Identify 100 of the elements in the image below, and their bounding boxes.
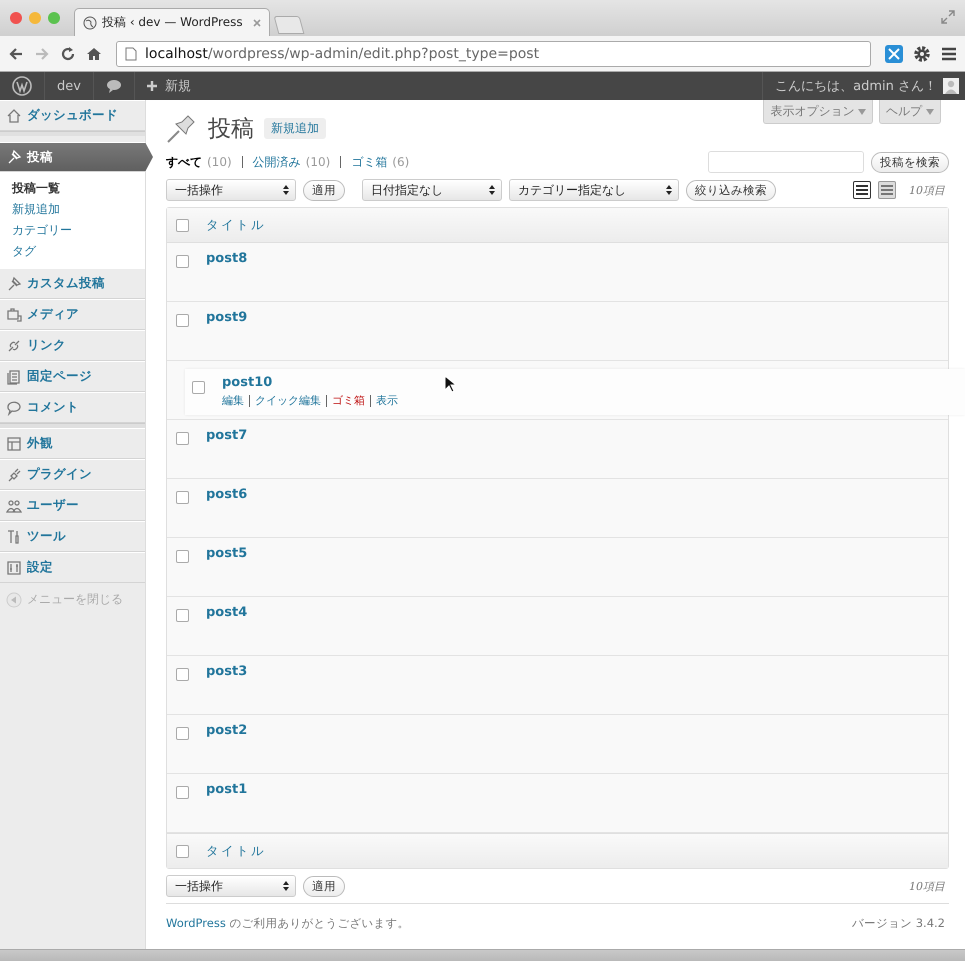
row-action-link[interactable]: クイック編集	[255, 393, 321, 408]
caret-icon	[926, 108, 934, 115]
row-checkbox[interactable]	[176, 668, 189, 681]
trash-link[interactable]: ゴミ箱	[332, 393, 365, 408]
sidebar-item[interactable]: ユーザー	[0, 490, 145, 521]
forward-icon[interactable]	[34, 46, 50, 62]
title-column-footer[interactable]: タイトル	[206, 842, 266, 860]
post-title-link[interactable]: post8	[206, 251, 248, 266]
screen-options-button[interactable]: 表示オプション	[763, 100, 874, 124]
select-all-checkbox[interactable]	[176, 218, 189, 232]
apply-button[interactable]: 適用	[303, 180, 345, 200]
row-checkbox[interactable]	[176, 255, 189, 268]
status-filter-link[interactable]: ゴミ箱	[351, 154, 388, 170]
up-down-arrows-icon	[283, 185, 289, 195]
horizontal-scrollbar[interactable]	[0, 949, 965, 961]
post-title-link[interactable]: post1	[206, 782, 248, 797]
mouse-cursor-icon	[444, 375, 456, 393]
status-filter-link[interactable]: すべて	[166, 154, 202, 170]
help-button[interactable]: ヘルプ	[879, 100, 941, 124]
home-icon[interactable]	[86, 46, 102, 62]
new-tab-button[interactable]	[274, 16, 304, 34]
submenu-item[interactable]: タグ	[12, 241, 145, 262]
extension-icon[interactable]	[885, 44, 903, 62]
caret-icon	[858, 108, 866, 115]
post-title-link[interactable]: post2	[206, 723, 248, 738]
sidebar-item[interactable]: 外観	[0, 428, 145, 459]
search-field[interactable]	[708, 151, 864, 173]
status-filter-link[interactable]: 公開済み	[252, 154, 301, 170]
apply-button[interactable]: 適用	[303, 876, 345, 896]
row-checkbox[interactable]	[176, 727, 189, 740]
row-action-link[interactable]: 編集	[222, 393, 244, 408]
post-title-link[interactable]: post10	[222, 375, 398, 390]
layout-icon	[6, 436, 22, 452]
pages-icon	[6, 368, 22, 384]
post-title-link[interactable]: post5	[206, 546, 248, 561]
date-filter-dropdown[interactable]: 日付指定なし	[362, 179, 502, 201]
wordpress-logo-icon[interactable]	[12, 76, 32, 96]
page-title: 投稿	[208, 114, 254, 144]
sidebar-item[interactable]: 固定ページ	[0, 361, 145, 392]
select-all-checkbox[interactable]	[176, 844, 189, 858]
post-title-link[interactable]: post6	[206, 487, 248, 502]
post-title-link[interactable]: post9	[206, 310, 248, 325]
plus-icon	[146, 81, 157, 91]
search-posts-button[interactable]: 投稿を検索	[871, 152, 949, 172]
sidebar-item[interactable]: メディア	[0, 299, 145, 330]
sidebar-item[interactable]: ツール	[0, 521, 145, 552]
filter-button[interactable]: 絞り込み検索	[686, 180, 776, 200]
settings-icon[interactable]	[913, 44, 931, 62]
row-checkbox[interactable]	[176, 786, 189, 799]
row-checkbox[interactable]	[192, 381, 205, 394]
submenu-item[interactable]: カテゴリー	[12, 220, 145, 241]
sidebar-item[interactable]: 設定	[0, 552, 145, 583]
dragged-row[interactable]: post10 編集 クイック編集 ゴミ箱 表示	[185, 369, 965, 415]
add-new-button[interactable]: 新規追加	[264, 118, 326, 138]
row-checkbox[interactable]	[176, 432, 189, 445]
row-checkbox[interactable]	[176, 550, 189, 563]
zoom-window-button[interactable]	[48, 12, 60, 24]
list-view-icon[interactable]	[853, 181, 871, 199]
greeting-link[interactable]: こんにちは、admin さん！	[775, 77, 937, 95]
post-title-link[interactable]: post4	[206, 605, 248, 620]
bulk-actions-dropdown[interactable]: 一括操作	[166, 179, 296, 201]
row-action-link[interactable]: 表示	[376, 393, 398, 408]
row-checkbox[interactable]	[176, 491, 189, 504]
minimize-window-button[interactable]	[29, 12, 41, 24]
avatar-icon[interactable]	[943, 78, 959, 94]
house-icon	[6, 108, 22, 124]
post-title-link[interactable]: post3	[206, 664, 248, 679]
chain-icon	[6, 338, 22, 354]
up-down-arrows-icon	[283, 881, 289, 891]
wordpress-link[interactable]: WordPress	[166, 916, 226, 930]
sliders-icon	[6, 560, 22, 576]
category-filter-dropdown[interactable]: カテゴリー指定なし	[509, 179, 679, 201]
sidebar-item[interactable]: カスタム投稿	[0, 268, 145, 299]
site-name-link[interactable]: dev	[57, 78, 81, 94]
back-icon[interactable]	[8, 46, 24, 62]
close-window-button[interactable]	[10, 12, 22, 24]
menu-icon[interactable]	[941, 46, 957, 62]
fullscreen-icon[interactable]	[941, 10, 955, 24]
pushpin-icon	[6, 276, 22, 292]
sidebar-item[interactable]: リンク	[0, 330, 145, 361]
title-column-header[interactable]: タイトル	[206, 216, 266, 234]
speech-bubble-icon[interactable]	[106, 79, 122, 93]
row-checkbox[interactable]	[176, 314, 189, 327]
row-checkbox[interactable]	[176, 609, 189, 622]
reload-icon[interactable]	[60, 46, 76, 62]
new-content-link[interactable]: 新規	[164, 77, 191, 95]
filter-count: (6)	[392, 155, 410, 169]
browser-tab[interactable]: 投稿 ‹ dev — WordPress	[74, 8, 270, 36]
post-title-link[interactable]: post7	[206, 428, 248, 443]
address-bar[interactable]: localhost/wordpress/wp-admin/edit.php?post_type=post	[116, 40, 871, 66]
bulk-actions-dropdown[interactable]: 一括操作	[166, 875, 296, 897]
page-icon	[125, 46, 137, 60]
sidebar-item[interactable]: プラグイン	[0, 459, 145, 490]
submenu-item[interactable]: 新規追加	[12, 199, 145, 220]
excerpt-view-icon[interactable]	[878, 181, 896, 199]
version-text: バージョン 3.4.2	[852, 916, 945, 931]
close-tab-icon[interactable]	[253, 18, 261, 26]
submenu-item[interactable]: 投稿一覧	[12, 178, 145, 199]
photo-icon	[6, 306, 22, 322]
pushpin-icon	[6, 149, 22, 165]
